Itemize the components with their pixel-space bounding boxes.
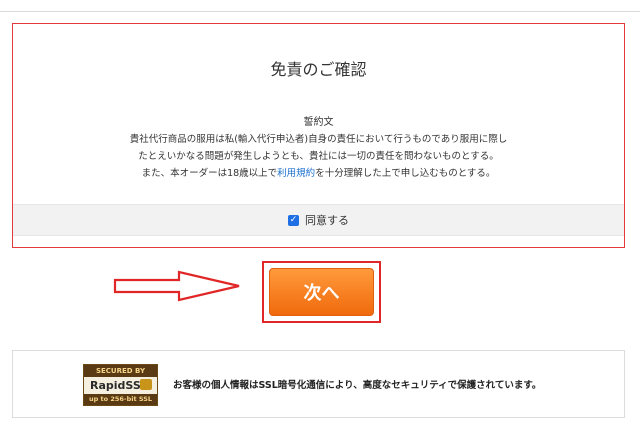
ssl-notice: SECURED BY RapidSSL up to 256-bit SSL お客… bbox=[12, 350, 625, 418]
terms-line-3: また、本オーダーは18歳以上で利用規約を十分理解した上で申し込むものとする。 bbox=[141, 168, 496, 179]
terms-text: 誓約文 貴社代行商品の服用は私(輸入代行申込者)自身の責任において行うものであり… bbox=[13, 114, 624, 182]
right-arrow-icon bbox=[113, 270, 240, 302]
top-divider bbox=[0, 0, 640, 12]
terms-line-1: 貴社代行商品の服用は私(輸入代行申込者)自身の責任において行うものであり服用に際… bbox=[129, 134, 508, 145]
terms-heading: 誓約文 bbox=[303, 117, 334, 128]
lock-icon bbox=[140, 379, 152, 390]
disclaimer-panel: 免責のご確認 誓約文 貴社代行商品の服用は私(輸入代行申込者)自身の責任において… bbox=[12, 23, 625, 248]
ssl-message: お客様の個人情報はSSL暗号化通信により、高度なセキュリティで保護されています。 bbox=[173, 380, 542, 391]
disclaimer-title: 免責のご確認 bbox=[270, 60, 367, 79]
agree-row[interactable]: ✓ 同意する bbox=[13, 204, 624, 236]
terms-of-use-link[interactable]: 利用規約 bbox=[277, 168, 315, 179]
rapidssl-seal: SECURED BY RapidSSL up to 256-bit SSL bbox=[83, 364, 158, 406]
terms-line-2: たとえいかなる問題が発生しようとも、貴社には一切の責任を問わないものとする。 bbox=[138, 151, 499, 162]
agree-checkbox[interactable]: ✓ bbox=[288, 214, 299, 226]
next-button[interactable]: 次へ bbox=[269, 268, 374, 316]
agree-label[interactable]: 同意する bbox=[305, 212, 349, 228]
